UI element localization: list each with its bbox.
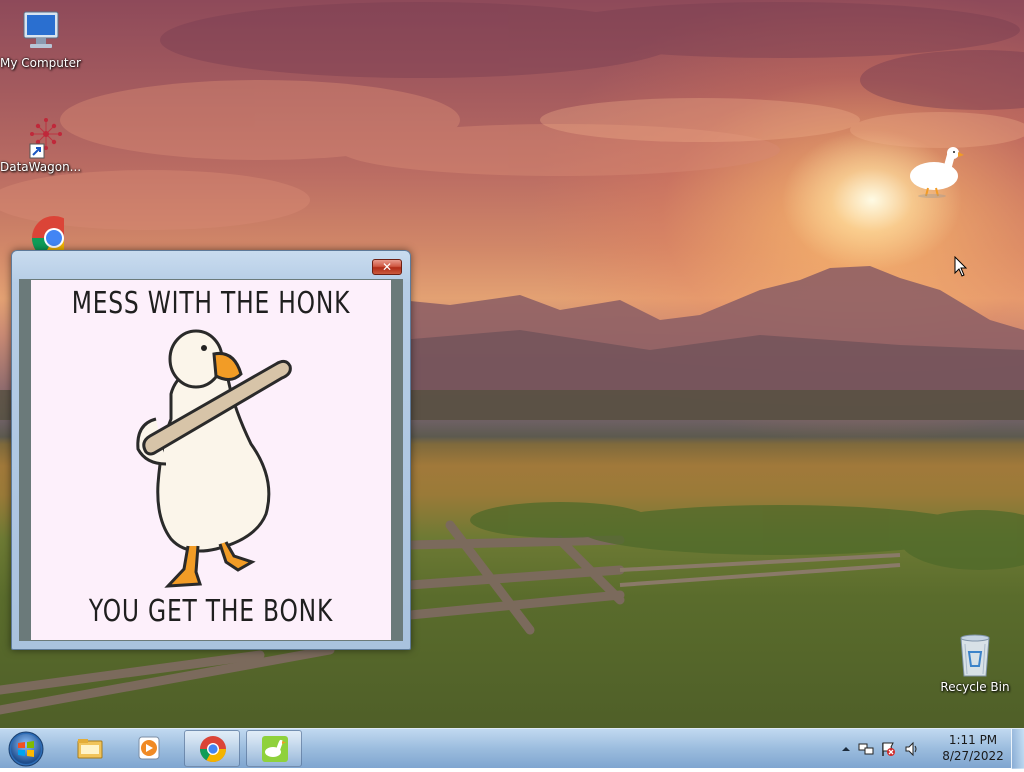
windows-start-icon — [8, 731, 44, 767]
desktop-icon-my-computer[interactable]: My Computer — [0, 8, 81, 70]
network-icon[interactable] — [858, 741, 874, 757]
show-desktop-button[interactable] — [1011, 729, 1024, 769]
meme-popup-window[interactable]: ✕ MESS WITH THE HONK YOU GET THE BONK — [11, 250, 411, 650]
volume-icon[interactable] — [904, 741, 920, 757]
show-hidden-icons-arrow[interactable] — [838, 741, 854, 757]
close-button[interactable]: ✕ — [372, 259, 402, 275]
start-button[interactable] — [4, 730, 48, 768]
mouse-cursor-icon — [954, 256, 968, 277]
desktop-icon-label: DataWagon... — [0, 160, 82, 174]
window-titlebar[interactable]: ✕ — [12, 251, 410, 278]
goose-app-icon — [262, 736, 288, 762]
system-tray: 1:11 PM 8/27/2022 — [834, 729, 1024, 769]
desktop-icon-recycle-bin[interactable]: Recycle Bin — [935, 632, 1015, 694]
desktop-icon-label: My Computer — [0, 56, 81, 70]
computer-icon — [16, 8, 64, 56]
datawagon-shortcut-icon — [16, 112, 64, 160]
chrome-icon — [199, 736, 227, 763]
goose-with-bat-illustration — [136, 329, 292, 588]
taskbar-goose-button[interactable] — [246, 730, 302, 767]
taskbar: 1:11 PM 8/27/2022 — [0, 728, 1024, 769]
desktop-wallpaper[interactable]: My Computer DataWagon... Recycle Bin ✕ M… — [0, 0, 1024, 728]
taskbar-clock[interactable]: 1:11 PM 8/27/2022 — [934, 732, 1012, 764]
taskbar-chrome-button[interactable] — [184, 730, 240, 767]
meme-bottom-caption: YOU GET THE BONK — [88, 594, 334, 629]
taskbar-media-player-button[interactable] — [122, 730, 178, 767]
desktop-icon-datawagon[interactable]: DataWagon... — [0, 112, 82, 174]
desktop-goose-sprite[interactable] — [906, 144, 966, 200]
clock-date: 8/27/2022 — [942, 749, 1004, 763]
meme-top-caption: MESS WITH THE HONK — [71, 286, 351, 321]
desktop-icon-label: Recycle Bin — [940, 680, 1010, 694]
honk-meme-image: MESS WITH THE HONK YOU GET THE BONK — [31, 280, 391, 640]
file-explorer-icon — [77, 739, 103, 759]
media-player-icon — [138, 736, 160, 760]
action-center-flag-icon[interactable] — [880, 741, 896, 757]
window-client-area: MESS WITH THE HONK YOU GET THE BONK — [19, 279, 403, 641]
taskbar-explorer-button[interactable] — [62, 730, 118, 767]
clock-time: 1:11 PM — [948, 733, 998, 747]
recycle-bin-icon — [951, 632, 999, 680]
